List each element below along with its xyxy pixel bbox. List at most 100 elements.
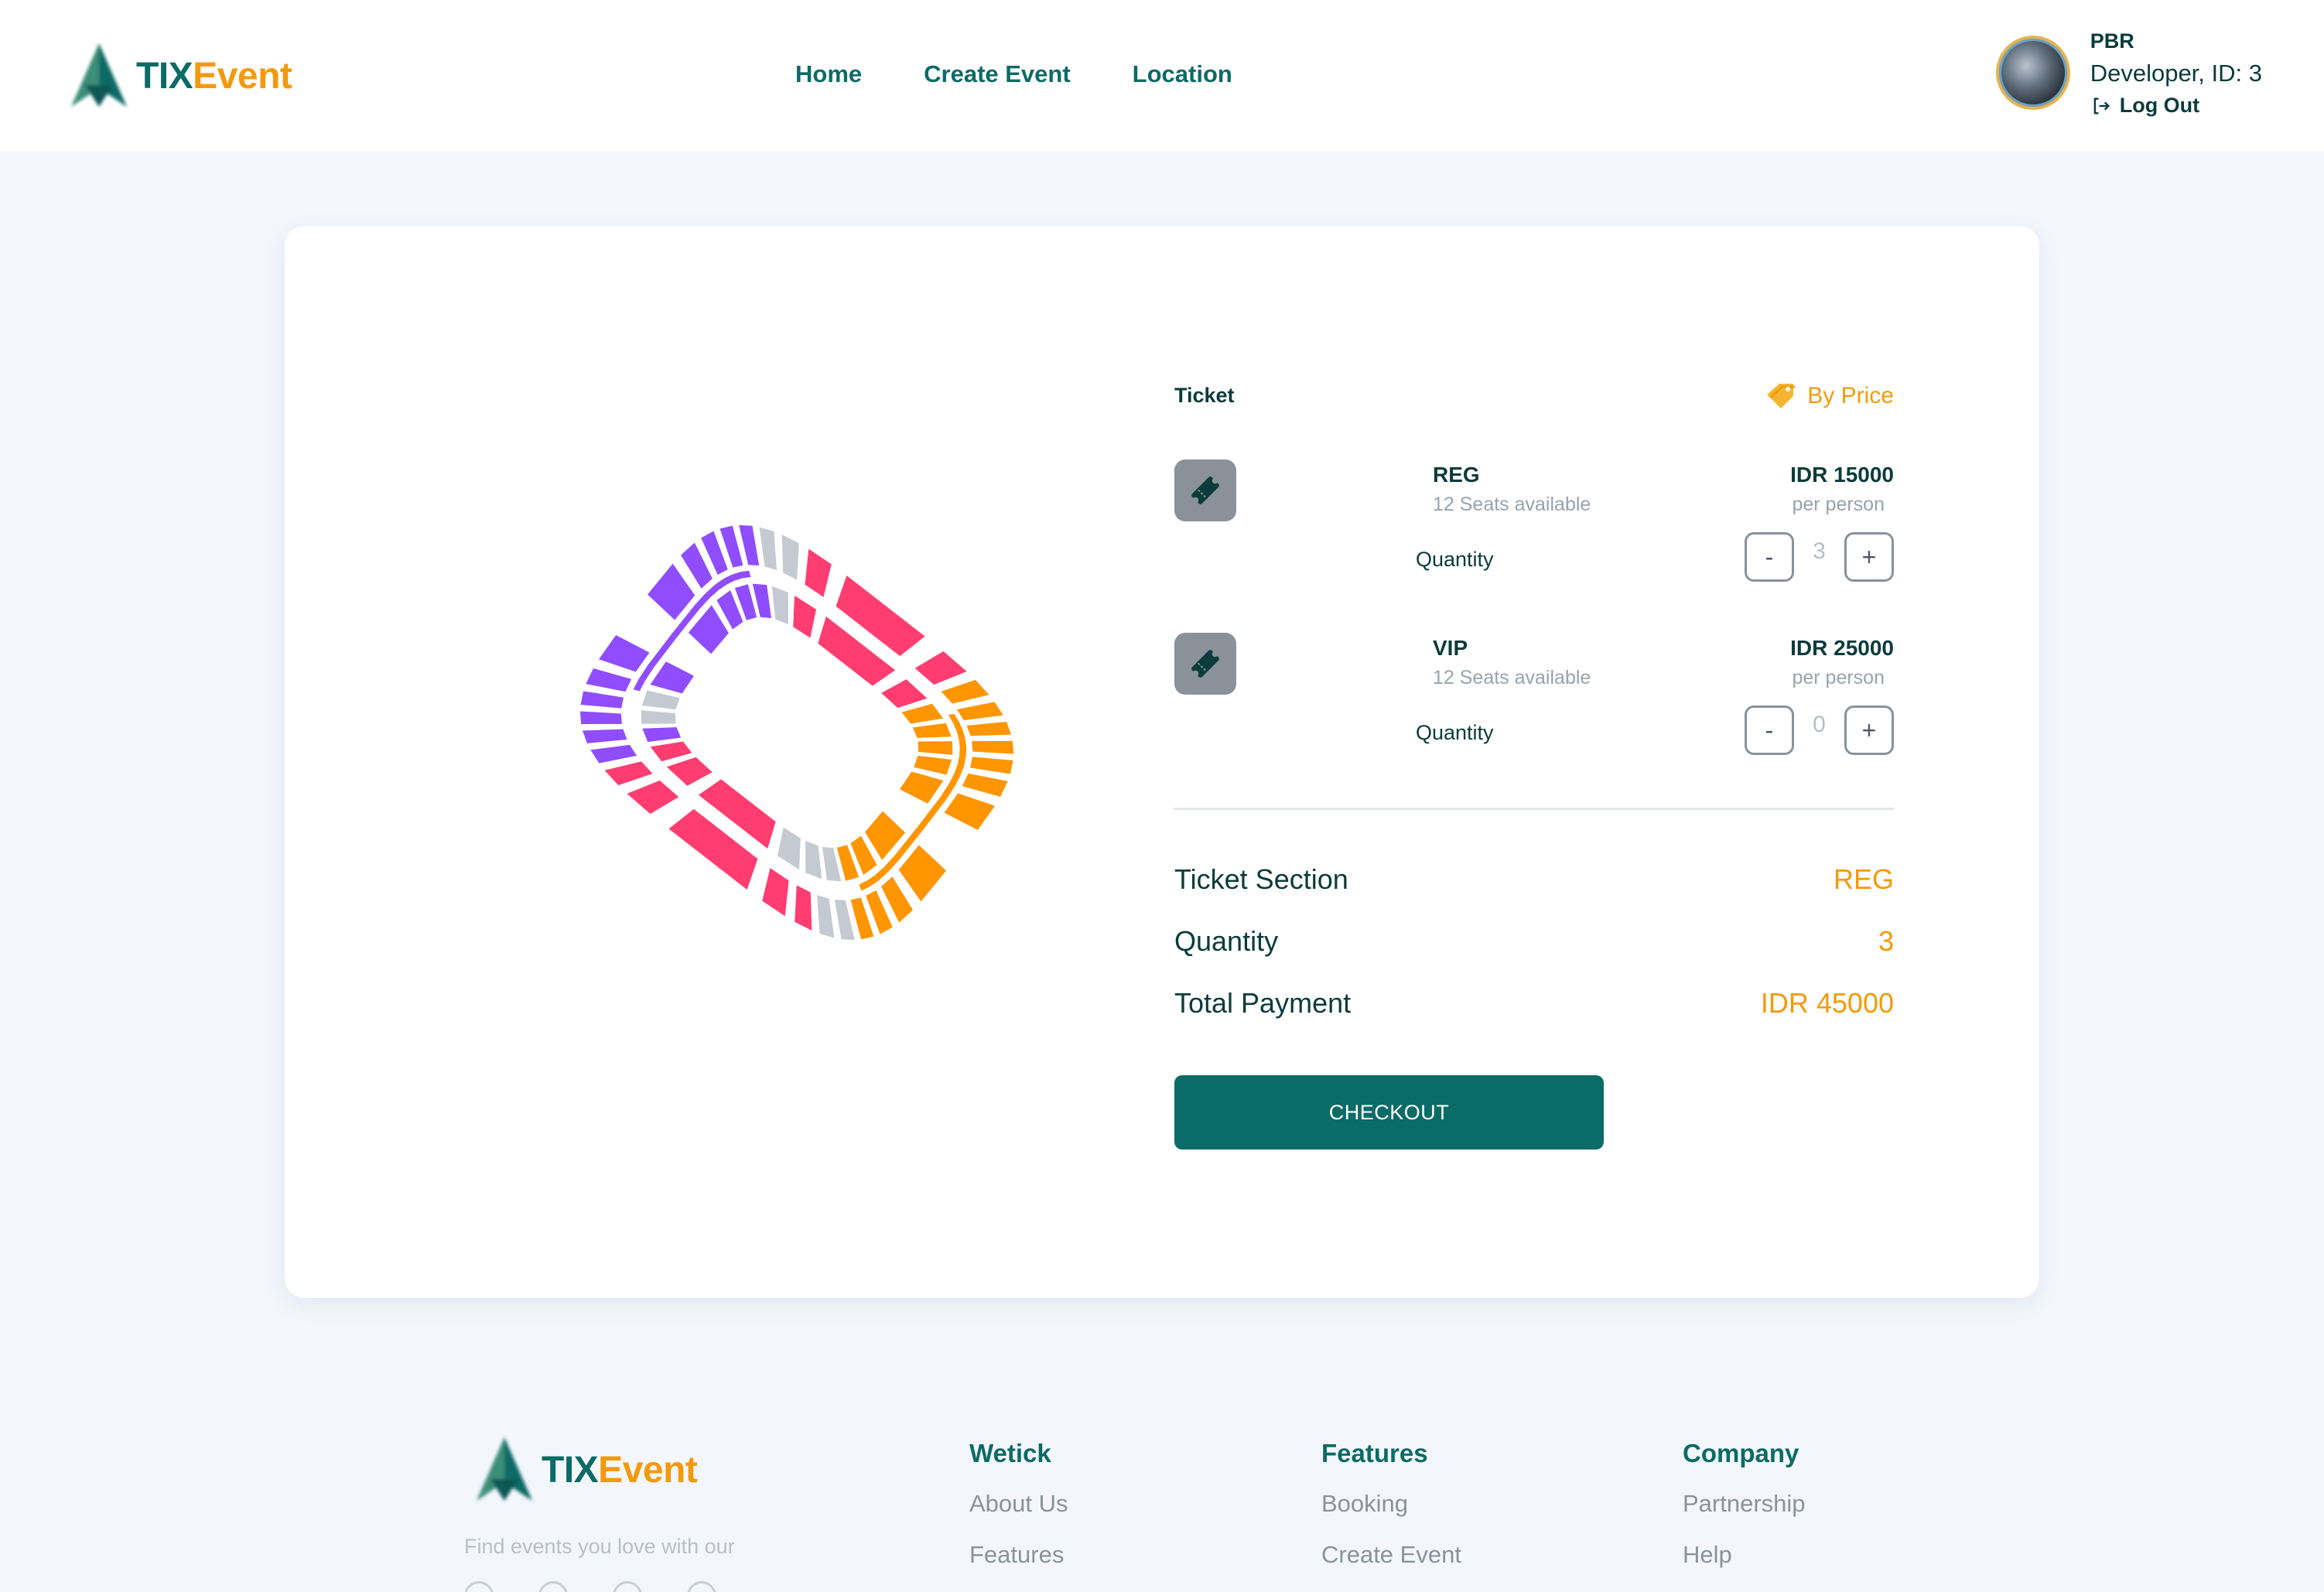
seat-section[interactable] [579, 711, 622, 725]
seat-section[interactable] [956, 702, 1003, 721]
seat-section[interactable] [642, 727, 682, 743]
seat-section[interactable] [582, 729, 627, 743]
seat-section[interactable] [777, 827, 801, 869]
seat-section[interactable] [817, 894, 835, 938]
seat-section[interactable] [586, 668, 632, 692]
seat-section[interactable] [881, 679, 928, 709]
seat-section[interactable] [898, 845, 946, 902]
seat-section[interactable] [793, 596, 817, 638]
ticket-tier-reg: REG 12 Seats available IDR 15000 per per… [1174, 459, 1894, 591]
seat-section[interactable] [650, 661, 695, 694]
divider [1174, 808, 1894, 810]
seat-section[interactable] [914, 755, 952, 775]
decrease-button[interactable]: - [1745, 705, 1794, 755]
footer-link-about-us[interactable]: About Us [969, 1490, 1068, 1518]
tier-per-person: per person [1792, 667, 1885, 688]
seat-section[interactable] [914, 651, 967, 685]
seat-aisle [954, 764, 965, 776]
sort-by-price[interactable]: By Price [1764, 381, 1894, 412]
seat-section[interactable] [771, 586, 788, 625]
seat-aisle [638, 665, 654, 681]
summary-value: IDR 45000 [1760, 987, 1894, 1019]
footer-link-create-event[interactable]: Create Event [1321, 1541, 1461, 1569]
seat-section[interactable] [650, 741, 692, 762]
user-role: Developer, ID: 3 [2090, 60, 2262, 87]
seat-section[interactable] [962, 773, 1008, 798]
tier-price: IDR 25000 [1790, 636, 1894, 660]
logout-icon [2093, 97, 2110, 114]
seat-section[interactable] [762, 868, 789, 917]
seat-section[interactable] [590, 744, 637, 764]
footer-col-heading: Features [1321, 1439, 1428, 1467]
footer: TIX Event Find events you love with our W… [0, 1392, 2324, 1592]
seat-aisle [633, 678, 645, 692]
seat-section[interactable] [580, 691, 624, 709]
seat-section[interactable] [795, 885, 812, 931]
seat-section[interactable] [648, 563, 695, 620]
social-links [464, 1581, 716, 1592]
seat-section[interactable] [739, 524, 760, 566]
user-name: PBR [2090, 29, 2134, 53]
ticket-icon [1174, 633, 1236, 695]
increase-button[interactable]: + [1844, 532, 1894, 582]
summary-total-payment: Total Payment IDR 45000 [1174, 987, 1894, 1024]
seat-section[interactable] [759, 527, 777, 571]
tier-seats: 12 Seats available [1433, 494, 1591, 515]
seat-aisle [695, 592, 710, 610]
seat-section[interactable] [966, 722, 1012, 736]
twitter-icon[interactable] [687, 1581, 716, 1592]
footer-link-partnership[interactable]: Partnership [1683, 1490, 1806, 1518]
seat-section[interactable] [641, 690, 680, 710]
seat-aisle [648, 634, 676, 668]
seat-section[interactable] [912, 723, 952, 738]
youtube-icon[interactable] [613, 1581, 642, 1592]
seat-section[interactable] [781, 535, 799, 580]
brand-logo[interactable]: TIX Event [59, 37, 292, 114]
checkout-button[interactable]: CHECKOUT [1174, 1075, 1604, 1150]
avatar[interactable] [1995, 36, 2070, 110]
user-info: PBR Developer, ID: 3 Log Out [2090, 28, 2262, 118]
main-nav: Home Create Event Location [795, 60, 1232, 88]
brand-mark-icon [71, 43, 127, 107]
seat-aisle [959, 740, 967, 749]
seat-section[interactable] [834, 899, 855, 941]
nav-home[interactable]: Home [795, 60, 862, 88]
seat-section[interactable] [970, 757, 1013, 774]
nav-create-event[interactable]: Create Event [924, 60, 1071, 88]
summary-value: REG [1833, 863, 1894, 895]
footer-link-booking[interactable]: Booking [1321, 1490, 1461, 1518]
seat-section[interactable] [805, 548, 832, 597]
top-header: TIX Event Home Create Event Location PBR … [0, 0, 2324, 151]
summary-quantity: Quantity 3 [1174, 925, 1894, 962]
seat-aisle [948, 714, 960, 723]
increase-button[interactable]: + [1844, 705, 1894, 755]
quantity-label: Quantity [1416, 548, 1494, 571]
seat-section[interactable] [627, 780, 679, 815]
facebook-icon[interactable] [464, 1581, 494, 1592]
seat-section[interactable] [899, 771, 944, 804]
nav-location[interactable]: Location [1133, 60, 1232, 88]
seat-section[interactable] [666, 757, 713, 786]
instagram-icon[interactable] [538, 1581, 568, 1592]
seat-section[interactable] [805, 840, 822, 880]
seat-section[interactable] [599, 635, 650, 672]
seat-section[interactable] [941, 679, 989, 704]
footer-logo[interactable]: TIX Event [464, 1431, 698, 1508]
tier-name: VIP [1433, 636, 1468, 660]
seat-section[interactable] [972, 740, 1014, 754]
seat-section[interactable] [918, 741, 953, 755]
footer-link-help[interactable]: Help [1683, 1541, 1806, 1569]
footer-col-heading: Company [1683, 1439, 1799, 1467]
footer-link-features[interactable]: Features [969, 1541, 1068, 1569]
seat-section[interactable] [944, 793, 995, 830]
seat-section[interactable] [641, 710, 676, 724]
price-tag-icon [1767, 384, 1796, 408]
logout-button[interactable]: Log Out [2090, 94, 2262, 118]
footer-col-company: Company Partnership Help [1683, 1439, 1806, 1592]
brand-word-tix: TIX [136, 55, 193, 97]
seat-section[interactable] [901, 703, 944, 724]
decrease-button[interactable]: - [1745, 532, 1794, 582]
seat-section[interactable] [604, 761, 653, 786]
brand-word-tix: TIX [542, 1449, 599, 1491]
footer-col-heading: Wetick [969, 1439, 1051, 1467]
